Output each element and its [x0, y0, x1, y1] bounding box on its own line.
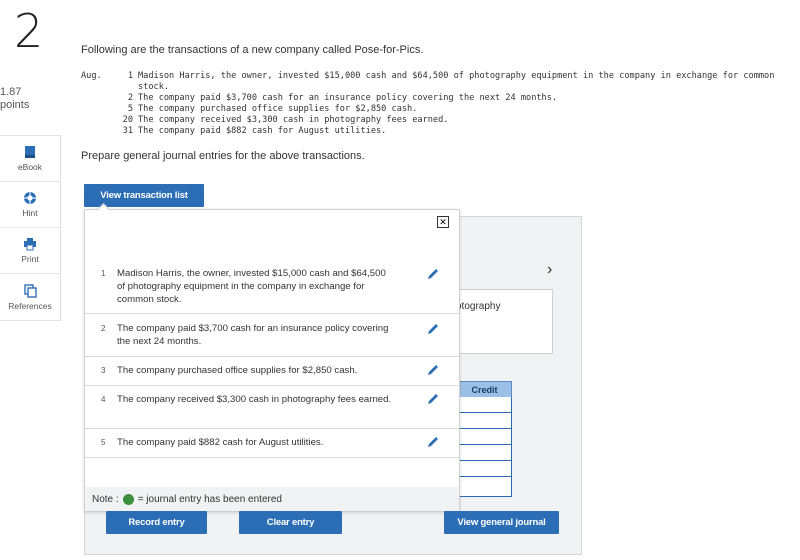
transaction-day: 5	[127, 104, 133, 115]
view-general-journal-button[interactable]: View general journal	[444, 511, 559, 534]
list-item[interactable]: 4 The company received $3,300 cash in ph…	[85, 386, 459, 429]
transaction-text: The company paid $3,700 cash for an insu…	[138, 93, 558, 104]
close-icon[interactable]: ✕	[437, 216, 449, 228]
sidebar-item-label: Print	[21, 254, 39, 264]
item-text: The company paid $882 cash for August ut…	[117, 437, 324, 448]
list-item[interactable]: 5 The company paid $882 cash for August …	[85, 429, 459, 458]
entered-status-icon	[122, 493, 134, 505]
transaction-row: 20 The company received $3,300 cash in p…	[81, 115, 800, 126]
item-number: 4	[101, 395, 106, 404]
transaction-text: The company received $3,300 cash in phot…	[138, 115, 449, 126]
pencil-icon[interactable]	[427, 364, 439, 376]
note-prefix: Note :	[92, 493, 119, 505]
credit-input[interactable]	[457, 445, 512, 461]
transaction-row: Aug. 1 Madison Harris, the owner, invest…	[81, 71, 800, 93]
sidebar-item-hint[interactable]: Hint	[0, 182, 60, 228]
list-item[interactable]: 1 Madison Harris, the owner, invested $1…	[85, 237, 459, 314]
book-icon	[25, 146, 35, 158]
sidebar-item-ebook[interactable]: eBook	[0, 136, 60, 182]
sidebar-item-print[interactable]: Print	[0, 228, 60, 274]
pencil-icon[interactable]	[427, 268, 439, 280]
sidebar-item-label: eBook	[17, 162, 43, 172]
pencil-icon[interactable]	[427, 393, 439, 405]
transaction-row: 2 The company paid $3,700 cash for an in…	[81, 93, 800, 104]
sidebar-item-label: Hint	[22, 208, 38, 218]
item-text: The company purchased office supplies fo…	[117, 365, 358, 376]
legend-note: Note : = journal entry has been entered	[85, 487, 459, 511]
next-chevron-icon[interactable]: ›	[547, 261, 552, 279]
list-item[interactable]: 2 The company paid $3,700 cash for an in…	[85, 314, 459, 357]
intro-text: Following are the transactions of a new …	[81, 44, 424, 56]
item-text: The company received $3,300 cash in phot…	[117, 394, 392, 405]
transaction-day: 1	[127, 71, 133, 81]
transaction-row: 31 The company paid $882 cash for August…	[81, 126, 800, 137]
item-text: The company paid $3,700 cash for an insu…	[117, 323, 389, 347]
credit-input[interactable]	[457, 413, 512, 429]
description-partial-text: otography	[456, 301, 501, 312]
note-suffix: = journal entry has been entered	[137, 493, 282, 505]
transaction-text: The company purchased office supplies fo…	[138, 104, 418, 115]
copy-icon	[24, 283, 37, 298]
clear-entry-button[interactable]: Clear entry	[239, 511, 342, 534]
transaction-month: Aug.	[81, 71, 102, 81]
credit-input[interactable]	[457, 461, 512, 477]
transaction-day: 20	[122, 115, 133, 126]
credit-column-header: Credit	[457, 381, 512, 398]
instructions: Prepare general journal entries for the …	[81, 150, 365, 162]
item-number: 1	[101, 269, 106, 278]
credit-input[interactable]	[457, 477, 512, 497]
item-number: 2	[101, 324, 106, 333]
transaction-list: Aug. 1 Madison Harris, the owner, invest…	[81, 71, 800, 138]
pencil-icon[interactable]	[427, 436, 439, 448]
credit-input[interactable]	[457, 397, 512, 413]
description-box: otography	[452, 289, 553, 354]
question-number: 2	[14, 4, 44, 58]
transaction-day: 2	[127, 93, 133, 104]
sidebar-item-label: References	[8, 300, 52, 311]
transaction-text: Madison Harris, the owner, invested $15,…	[138, 71, 775, 93]
item-number: 3	[101, 366, 106, 375]
transaction-row: 5 The company purchased office supplies …	[81, 104, 800, 115]
list-item[interactable]: 3 The company purchased office supplies …	[85, 357, 459, 386]
points-display: 1.87 points	[0, 86, 29, 112]
transaction-day: 31	[122, 126, 133, 137]
points-value: 1.87	[0, 86, 22, 98]
resource-sidebar: eBook Hint Print References	[0, 135, 61, 321]
popup-transaction-list: 1 Madison Harris, the owner, invested $1…	[85, 237, 459, 459]
transaction-text: The company paid $882 cash for August ut…	[138, 126, 387, 137]
printer-icon	[24, 238, 36, 251]
credit-input[interactable]	[457, 429, 512, 445]
item-text: Madison Harris, the owner, invested $15,…	[117, 268, 386, 305]
pencil-icon[interactable]	[427, 323, 439, 335]
record-entry-button[interactable]: Record entry	[106, 511, 207, 534]
transaction-list-popup: ✕ 1 Madison Harris, the owner, invested …	[84, 203, 460, 512]
item-number: 5	[101, 438, 106, 447]
sidebar-item-references[interactable]: References	[0, 274, 60, 320]
points-label: points	[0, 99, 30, 111]
lifebuoy-icon	[24, 192, 36, 204]
